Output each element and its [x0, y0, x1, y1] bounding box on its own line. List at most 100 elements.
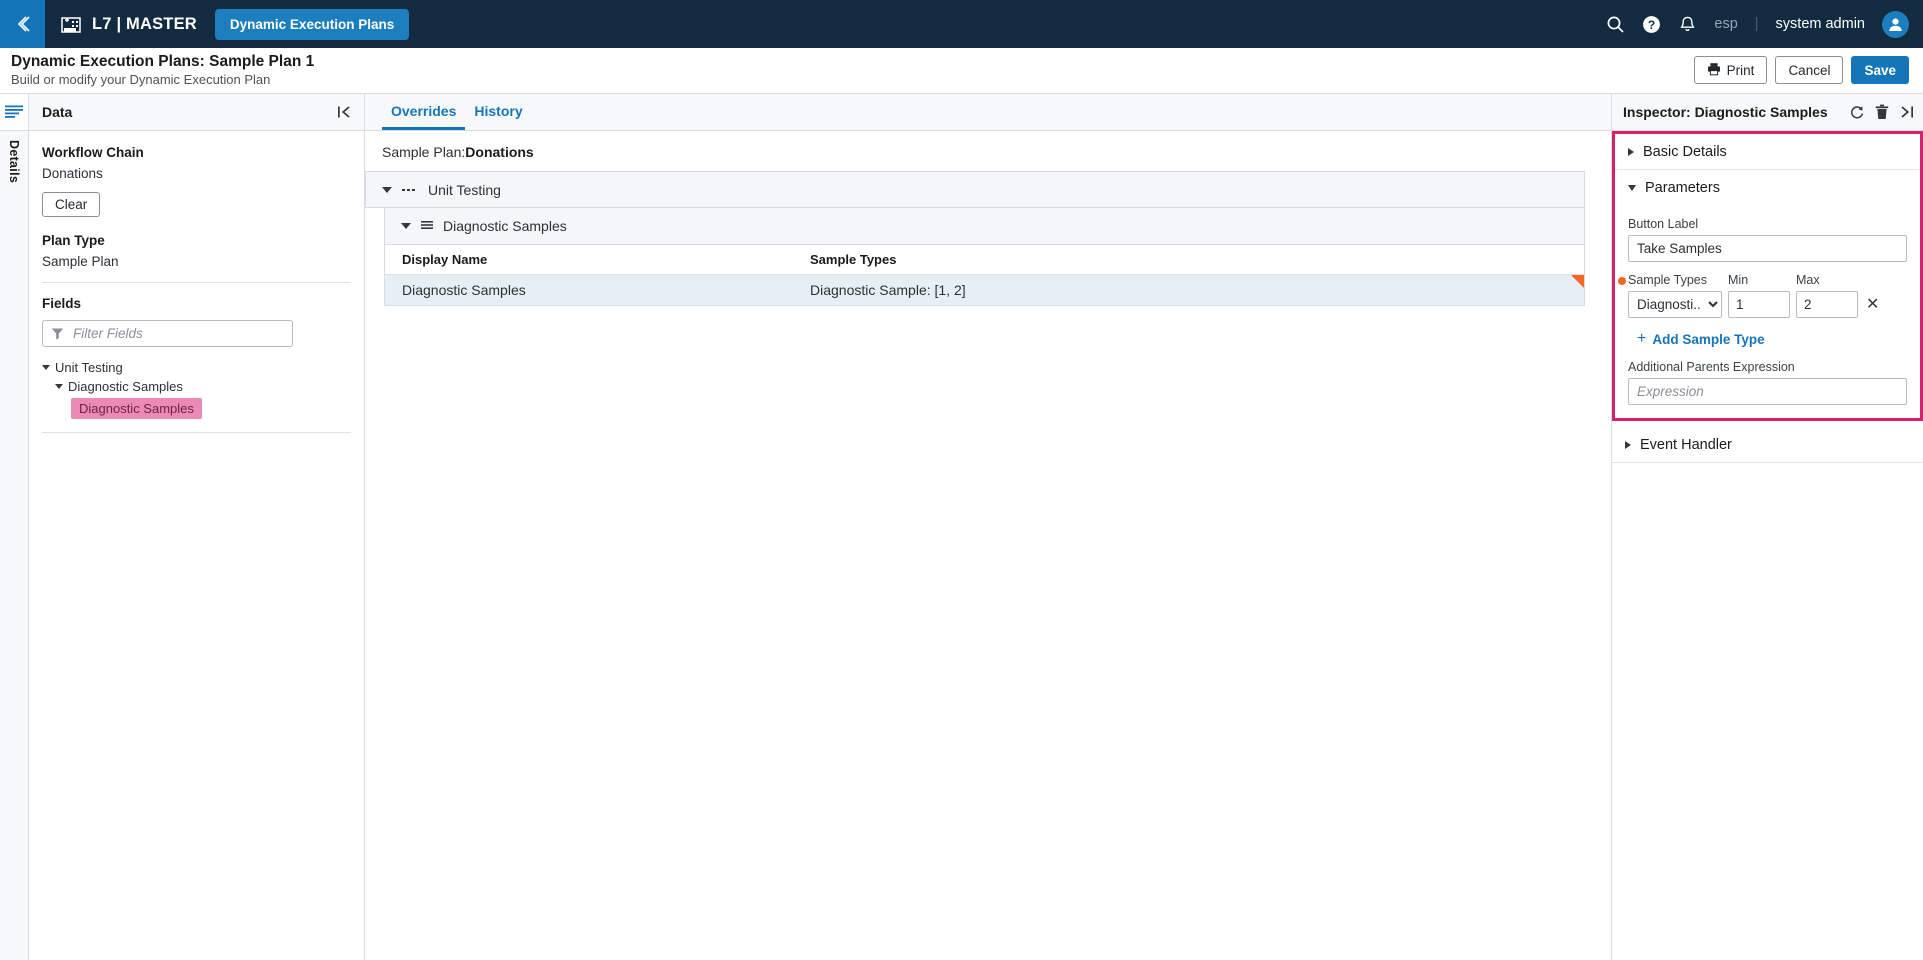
- fields-tree-divider: [42, 432, 351, 433]
- max-label: Max: [1796, 273, 1820, 287]
- caret-right-icon[interactable]: [1625, 440, 1631, 449]
- caret-right-icon[interactable]: [1628, 147, 1634, 156]
- required-indicator-icon: [1618, 277, 1626, 285]
- page-body: Details Data Workflow Chain Donations Cl…: [0, 94, 1923, 960]
- page-header-titles: Dynamic Execution Plans: Sample Plan 1 B…: [11, 53, 314, 88]
- page-title: Dynamic Execution Plans: Sample Plan 1: [11, 53, 315, 71]
- nav-separator: |: [1754, 16, 1759, 32]
- data-panel-title: Data: [42, 104, 73, 120]
- tree-node-diagnostic-samples-field[interactable]: Diagnostic Samples: [42, 396, 351, 421]
- tab-overrides[interactable]: Overrides: [382, 94, 466, 130]
- printer-icon: [1707, 62, 1721, 79]
- collapse-left-icon[interactable]: [337, 105, 352, 119]
- caret-down-icon[interactable]: [1628, 185, 1636, 191]
- top-navigation-bar: L7 | MASTER Dynamic Execution Plans ? es…: [0, 0, 1923, 48]
- dots-horizontal-icon: [402, 186, 418, 194]
- accordion-label: Parameters: [1645, 180, 1720, 196]
- svg-text:?: ?: [1648, 18, 1655, 32]
- left-rail: Details: [0, 94, 29, 960]
- accordion-label: Basic Details: [1643, 143, 1727, 160]
- workflow-row-diagnostic-samples[interactable]: Diagnostic Samples: [384, 208, 1585, 245]
- sample-type-select[interactable]: Diagnosti...: [1628, 291, 1722, 318]
- plus-icon: +: [1637, 330, 1647, 347]
- sample-types-row: Diagnosti... ✕: [1628, 291, 1907, 318]
- additional-parents-input[interactable]: [1628, 378, 1907, 405]
- caret-down-icon[interactable]: [55, 384, 63, 389]
- additional-parents-label: Additional Parents Expression: [1628, 360, 1795, 374]
- nav-tab-dynamic-execution-plans[interactable]: Dynamic Execution Plans: [214, 8, 410, 40]
- user-name-label: system admin: [1775, 16, 1865, 32]
- tree-node-chip: Diagnostic Samples: [71, 398, 202, 419]
- table-header-row: Display Name Sample Types: [385, 245, 1584, 275]
- bell-icon[interactable]: [1678, 15, 1697, 34]
- print-button-label: Print: [1726, 62, 1755, 78]
- brand-label: L7 | MASTER: [92, 14, 197, 33]
- inspector-panel: Inspector: Diagnostic Samples Basic Deta…: [1612, 94, 1923, 960]
- tab-history[interactable]: History: [465, 94, 531, 130]
- column-header-sample-types: Sample Types: [810, 252, 897, 267]
- column-header-display-name: Display Name: [402, 252, 488, 267]
- parameters-highlight-region: Basic Details Parameters Button Label Sa…: [1612, 131, 1923, 421]
- sample-types-labels-row: Sample Types Min Max: [1618, 273, 1907, 287]
- building-add-icon: [59, 12, 83, 36]
- breadcrumb-value: Donations: [465, 144, 534, 160]
- fields-tree: Unit Testing Diagnostic Samples Diagnost…: [42, 358, 351, 433]
- data-panel-body: Workflow Chain Donations Clear Plan Type…: [29, 131, 364, 433]
- list-lines-icon: [421, 220, 433, 232]
- workflow-row-label: Unit Testing: [428, 181, 501, 198]
- collapse-right-icon[interactable]: [1899, 105, 1914, 119]
- close-x-icon[interactable]: ✕: [1864, 296, 1881, 313]
- accordion-label: Event Handler: [1640, 436, 1732, 453]
- center-body: Sample Plan:Donations Unit Testing Diagn…: [365, 131, 1611, 960]
- plan-type-value: Sample Plan: [42, 254, 119, 269]
- chevron-left-icon: [12, 13, 34, 35]
- center-tabs: Overrides History: [365, 94, 1611, 131]
- filter-fields-input[interactable]: [42, 320, 293, 347]
- data-panel-divider: [42, 282, 351, 283]
- caret-down-icon[interactable]: [382, 186, 392, 193]
- modified-flag-icon: [1571, 275, 1584, 288]
- hamburger-menu-icon[interactable]: [0, 94, 28, 131]
- refresh-icon[interactable]: [1849, 104, 1865, 120]
- trash-icon[interactable]: [1875, 104, 1889, 120]
- tree-node-label: Diagnostic Samples: [68, 379, 183, 394]
- overrides-table: Display Name Sample Types Diagnostic Sam…: [384, 245, 1585, 306]
- filter-fields-wrapper: [42, 320, 351, 347]
- breadcrumb: Sample Plan:Donations: [365, 144, 1611, 171]
- min-input[interactable]: [1728, 291, 1790, 318]
- accordion-basic-details[interactable]: Basic Details: [1615, 134, 1920, 170]
- caret-down-icon[interactable]: [401, 223, 411, 229]
- add-sample-type-button[interactable]: + Add Sample Type: [1628, 331, 1907, 347]
- cancel-button[interactable]: Cancel: [1775, 56, 1844, 84]
- button-label-label: Button Label: [1628, 217, 1699, 231]
- center-panel: Overrides History Sample Plan:Donations …: [365, 94, 1612, 960]
- caret-down-icon[interactable]: [42, 365, 50, 370]
- workflow-chain-value: Donations: [42, 166, 103, 181]
- tree-node-diagnostic-samples-group[interactable]: Diagnostic Samples: [42, 377, 351, 396]
- rail-tab-details[interactable]: Details: [7, 131, 21, 192]
- button-label-input[interactable]: [1628, 235, 1907, 262]
- help-circle-icon[interactable]: ?: [1642, 15, 1661, 34]
- back-button[interactable]: [0, 0, 45, 48]
- accordion-parameters[interactable]: Parameters: [1615, 170, 1920, 206]
- print-button[interactable]: Print: [1693, 56, 1768, 84]
- tree-node-unit-testing[interactable]: Unit Testing: [42, 358, 351, 377]
- brand[interactable]: L7 | MASTER: [59, 12, 197, 36]
- workflow-row-unit-testing[interactable]: Unit Testing: [365, 171, 1585, 208]
- user-avatar-icon[interactable]: [1882, 10, 1909, 38]
- max-input[interactable]: [1796, 291, 1858, 318]
- cell-display-name: Diagnostic Samples: [402, 282, 526, 298]
- workflow-tree: Unit Testing Diagnostic Samples Display …: [365, 171, 1611, 306]
- inspector-title: Inspector: Diagnostic Samples: [1623, 104, 1828, 120]
- tree-node-label: Unit Testing: [55, 360, 123, 375]
- tenant-label: esp: [1714, 16, 1738, 32]
- table-row[interactable]: Diagnostic Samples Diagnostic Sample: [1…: [385, 275, 1584, 305]
- breadcrumb-prefix: Sample Plan:: [382, 144, 466, 160]
- top-nav-right-cluster: ? esp | system admin: [1606, 0, 1909, 48]
- accordion-event-handler[interactable]: Event Handler: [1612, 427, 1923, 463]
- sample-types-label: Sample Types: [1628, 273, 1707, 287]
- search-icon[interactable]: [1606, 15, 1625, 34]
- cancel-button-label: Cancel: [1788, 62, 1831, 78]
- save-button[interactable]: Save: [1851, 56, 1909, 84]
- clear-button[interactable]: Clear: [42, 192, 101, 217]
